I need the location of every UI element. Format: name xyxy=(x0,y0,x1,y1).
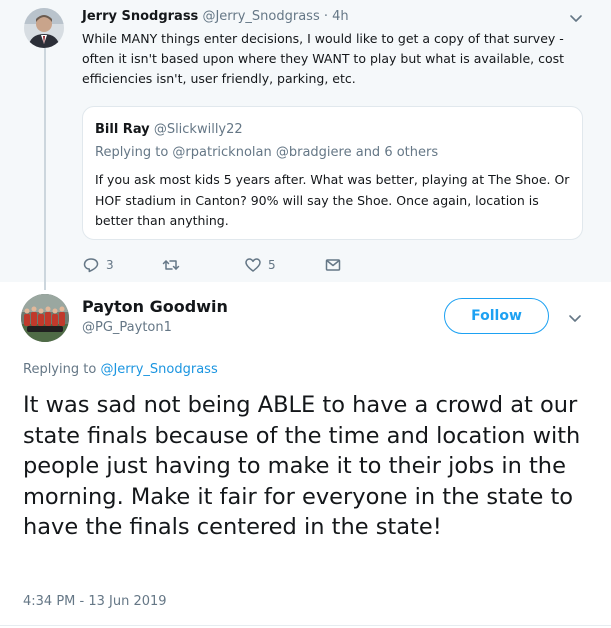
author-handle[interactable]: @Jerry_Snodgrass xyxy=(202,9,319,24)
tweet-timestamp[interactable]: 4:34 PM - 13 Jun 2019 xyxy=(23,594,167,609)
chevron-down-icon[interactable] xyxy=(568,10,584,26)
separator-dot: · xyxy=(323,9,329,24)
envelope-icon xyxy=(325,259,341,271)
chevron-down-icon[interactable] xyxy=(567,310,583,326)
author-photo xyxy=(24,8,64,48)
replying-to: Replying to @Jerry_Snodgrass xyxy=(23,362,218,377)
tweet-time[interactable]: 4h xyxy=(332,9,349,24)
replying-to-mention[interactable]: @Jerry_Snodgrass xyxy=(100,362,217,377)
author-name[interactable]: Jerry Snodgrass xyxy=(82,9,198,24)
direct-message-button[interactable] xyxy=(324,255,342,275)
team-photo xyxy=(21,294,69,342)
like-count: 5 xyxy=(268,258,276,272)
quoted-tweet-text: If you ask most kids 5 years after. What… xyxy=(95,172,570,228)
avatar[interactable] xyxy=(24,8,64,48)
quoted-tweet-header: Bill Ray @Slickwilly22 xyxy=(95,122,243,137)
parent-tweet-text: While MANY things enter decisions, I wou… xyxy=(82,31,565,86)
avatar[interactable] xyxy=(21,294,69,342)
quoted-replying-to: Replying to @rpatricknolan @bradgiere an… xyxy=(95,145,439,160)
thread-connector-line xyxy=(44,40,46,290)
author-name[interactable]: Payton Goodwin xyxy=(82,297,228,316)
parent-tweet-header: Jerry Snodgrass @Jerry_Snodgrass · 4h xyxy=(82,9,349,24)
follow-button[interactable]: Follow xyxy=(444,298,549,334)
heart-icon xyxy=(245,258,261,272)
retweet-icon xyxy=(162,260,180,270)
quoted-author-handle: @Slickwilly22 xyxy=(153,122,243,137)
divider xyxy=(0,625,611,626)
author-handle[interactable]: @PG_Payton1 xyxy=(82,320,172,335)
reply-button[interactable]: 3 xyxy=(82,255,114,275)
tweet-text: It was sad not being ABLE to have a crow… xyxy=(23,392,581,540)
retweet-button[interactable] xyxy=(162,255,186,275)
quoted-author-name: Bill Ray xyxy=(95,122,150,137)
replying-to-label: Replying to xyxy=(23,362,97,377)
like-button[interactable]: 5 xyxy=(244,255,276,275)
reply-icon xyxy=(83,258,99,273)
reply-count: 3 xyxy=(106,258,114,272)
quoted-tweet[interactable]: Bill Ray @Slickwilly22 Replying to @rpat… xyxy=(82,106,583,240)
parent-tweet[interactable]: Jerry Snodgrass @Jerry_Snodgrass · 4h Wh… xyxy=(0,0,611,290)
